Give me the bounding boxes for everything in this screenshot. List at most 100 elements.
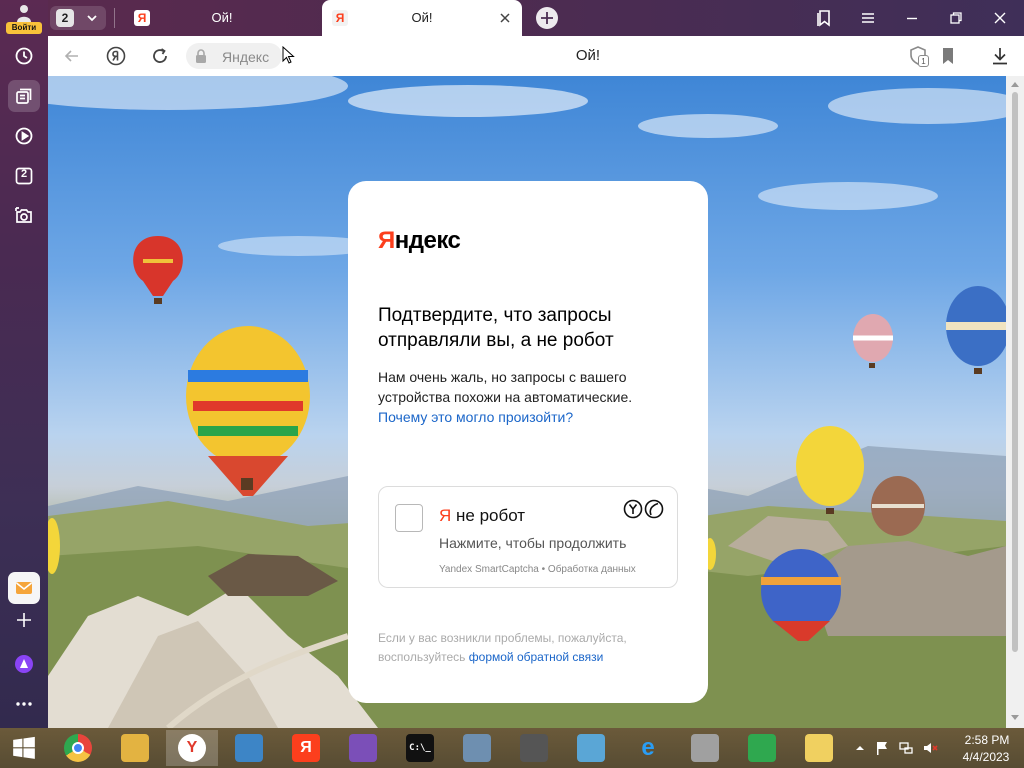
why-link[interactable]: Почему это могло произойти? xyxy=(378,409,573,425)
tab-groups-button[interactable]: 2 xyxy=(8,160,40,192)
taskbar-command-prompt[interactable]: C:\_ xyxy=(394,730,446,766)
clock-time[interactable]: 2:58 PM xyxy=(960,733,1014,747)
task-view-icon xyxy=(520,734,548,762)
not-robot-checkbox[interactable] xyxy=(395,504,423,532)
close-window-icon[interactable] xyxy=(988,6,1012,30)
chevron-up-icon[interactable] xyxy=(852,740,868,756)
yandex-home-icon[interactable] xyxy=(104,44,128,68)
screenshot-camera-icon xyxy=(15,207,32,223)
tab-1[interactable]: Я Ой! xyxy=(124,0,320,36)
network-tool-icon xyxy=(691,734,719,762)
balloon-right-brown xyxy=(871,476,925,536)
taskbar-notepad[interactable] xyxy=(793,730,845,766)
balloon-left-large xyxy=(186,326,310,496)
login-label: Войти xyxy=(6,22,42,34)
balloon-right-blue xyxy=(946,286,1006,374)
yandex-logo: Яндекс xyxy=(378,227,461,254)
bookmark-icon[interactable] xyxy=(936,44,960,68)
downloads-icon[interactable] xyxy=(988,44,1012,68)
screenshot-button[interactable] xyxy=(8,200,40,232)
tab-groups-count: 2 xyxy=(20,168,28,180)
taskbar-internet-explorer[interactable]: e xyxy=(622,730,674,766)
captcha-footer: Yandex SmartCaptcha • Обработка данных xyxy=(439,564,636,575)
windows-taskbar: Y Я C:\_ e 2:58 PM 4/4/2023 xyxy=(0,728,1024,768)
taskbar-file-explorer[interactable] xyxy=(109,730,161,766)
taskbar-task-view[interactable] xyxy=(508,730,560,766)
feedback-link[interactable]: формой обратной связи xyxy=(469,650,604,664)
scroll-down-icon[interactable] xyxy=(1010,714,1020,722)
yandex-icon: Я xyxy=(292,734,320,762)
yandex-favicon-icon: Я xyxy=(332,10,348,26)
taskbar-notebook[interactable] xyxy=(565,730,617,766)
minimize-icon[interactable] xyxy=(900,6,924,30)
user-avatar-icon xyxy=(17,5,31,22)
taskbar-store[interactable] xyxy=(736,730,788,766)
description-text: Нам очень жаль, но запросы с вашего устр… xyxy=(378,369,633,405)
new-tab-button[interactable] xyxy=(536,7,558,29)
taskbar-network-tool[interactable] xyxy=(679,730,731,766)
page-title[interactable]: Ой! xyxy=(488,47,688,64)
notebook-icon xyxy=(577,734,605,762)
taskbar-control-panel[interactable] xyxy=(223,730,275,766)
balloon-left-small xyxy=(133,236,183,304)
mail-icon xyxy=(16,582,32,594)
captcha-card: Яндекс Подтвердите, что запросы отправля… xyxy=(348,181,708,703)
volume-muted-icon[interactable] xyxy=(922,740,938,756)
login-button[interactable]: Войти xyxy=(6,4,42,34)
scroll-up-icon[interactable] xyxy=(1010,80,1020,88)
mail-button[interactable] xyxy=(8,572,40,604)
taskbar-resource-monitor[interactable] xyxy=(451,730,503,766)
chevron-down-icon xyxy=(87,15,97,22)
scroll-thumb[interactable] xyxy=(1012,92,1018,652)
network-icon[interactable] xyxy=(898,740,914,756)
tab-bar: 2 Я Ой! Я Ой! xyxy=(48,0,1024,36)
taskbar-visual-studio[interactable] xyxy=(337,730,389,766)
video-button[interactable] xyxy=(8,120,40,152)
alice-button[interactable] xyxy=(8,648,40,680)
more-button[interactable] xyxy=(8,688,40,720)
taskbar-yandex-browser[interactable]: Y xyxy=(166,730,218,766)
page-scrollbar[interactable] xyxy=(1006,76,1024,728)
smartcaptcha-logo-icon xyxy=(623,499,664,519)
clock-date[interactable]: 4/4/2023 xyxy=(956,750,1016,764)
tab-count-badge: 2 xyxy=(56,9,74,27)
card-heading: Подтвердите, что запросы отправляли вы, … xyxy=(378,305,614,351)
add-icon xyxy=(17,613,31,627)
more-icon xyxy=(16,702,32,706)
yandex-browser-icon: Y xyxy=(178,734,206,762)
reload-icon[interactable] xyxy=(148,44,172,68)
smartcaptcha-widget[interactable]: Я не робот Нажмите, чтобы продолжить Yan… xyxy=(378,486,678,588)
add-panel-button[interactable] xyxy=(8,604,40,636)
internet-explorer-icon: e xyxy=(641,734,655,761)
start-button[interactable] xyxy=(0,730,48,766)
yandex-favicon-icon: Я xyxy=(134,10,150,26)
close-icon[interactable] xyxy=(498,11,512,25)
balloon-right-stripes xyxy=(853,314,893,368)
back-arrow-icon[interactable] xyxy=(60,44,84,68)
card-description: Нам очень жаль, но запросы с вашего устр… xyxy=(378,367,658,427)
collections-button[interactable] xyxy=(8,80,40,112)
taskbar-chrome[interactable] xyxy=(52,730,104,766)
video-play-icon xyxy=(15,127,33,145)
store-icon xyxy=(748,734,776,762)
site-info-button[interactable]: Яндекс xyxy=(186,43,282,69)
collections-icon xyxy=(16,88,32,104)
lock-icon xyxy=(196,49,206,63)
notepad-icon xyxy=(805,734,833,762)
address-bar: Яндекс Ой! 1 xyxy=(48,36,1024,76)
taskbar-yandex[interactable]: Я xyxy=(280,730,332,766)
restore-icon[interactable] xyxy=(944,6,968,30)
browser-sidebar: Войти 2 xyxy=(0,0,48,728)
menu-icon[interactable] xyxy=(856,6,880,30)
tab-counter-button[interactable]: 2 xyxy=(50,6,106,30)
action-center-flag-icon[interactable] xyxy=(874,740,890,756)
history-button[interactable] xyxy=(8,40,40,72)
windows-logo-icon xyxy=(13,736,35,759)
bookmarks-panel-icon[interactable] xyxy=(812,6,836,30)
tab-divider xyxy=(114,8,115,28)
tab-2-active[interactable]: Я Ой! xyxy=(322,0,522,36)
control-panel-icon xyxy=(235,734,263,762)
protect-button[interactable]: 1 xyxy=(906,44,930,68)
not-robot-label: Я не робот xyxy=(439,506,526,525)
protect-badge: 1 xyxy=(918,55,929,67)
